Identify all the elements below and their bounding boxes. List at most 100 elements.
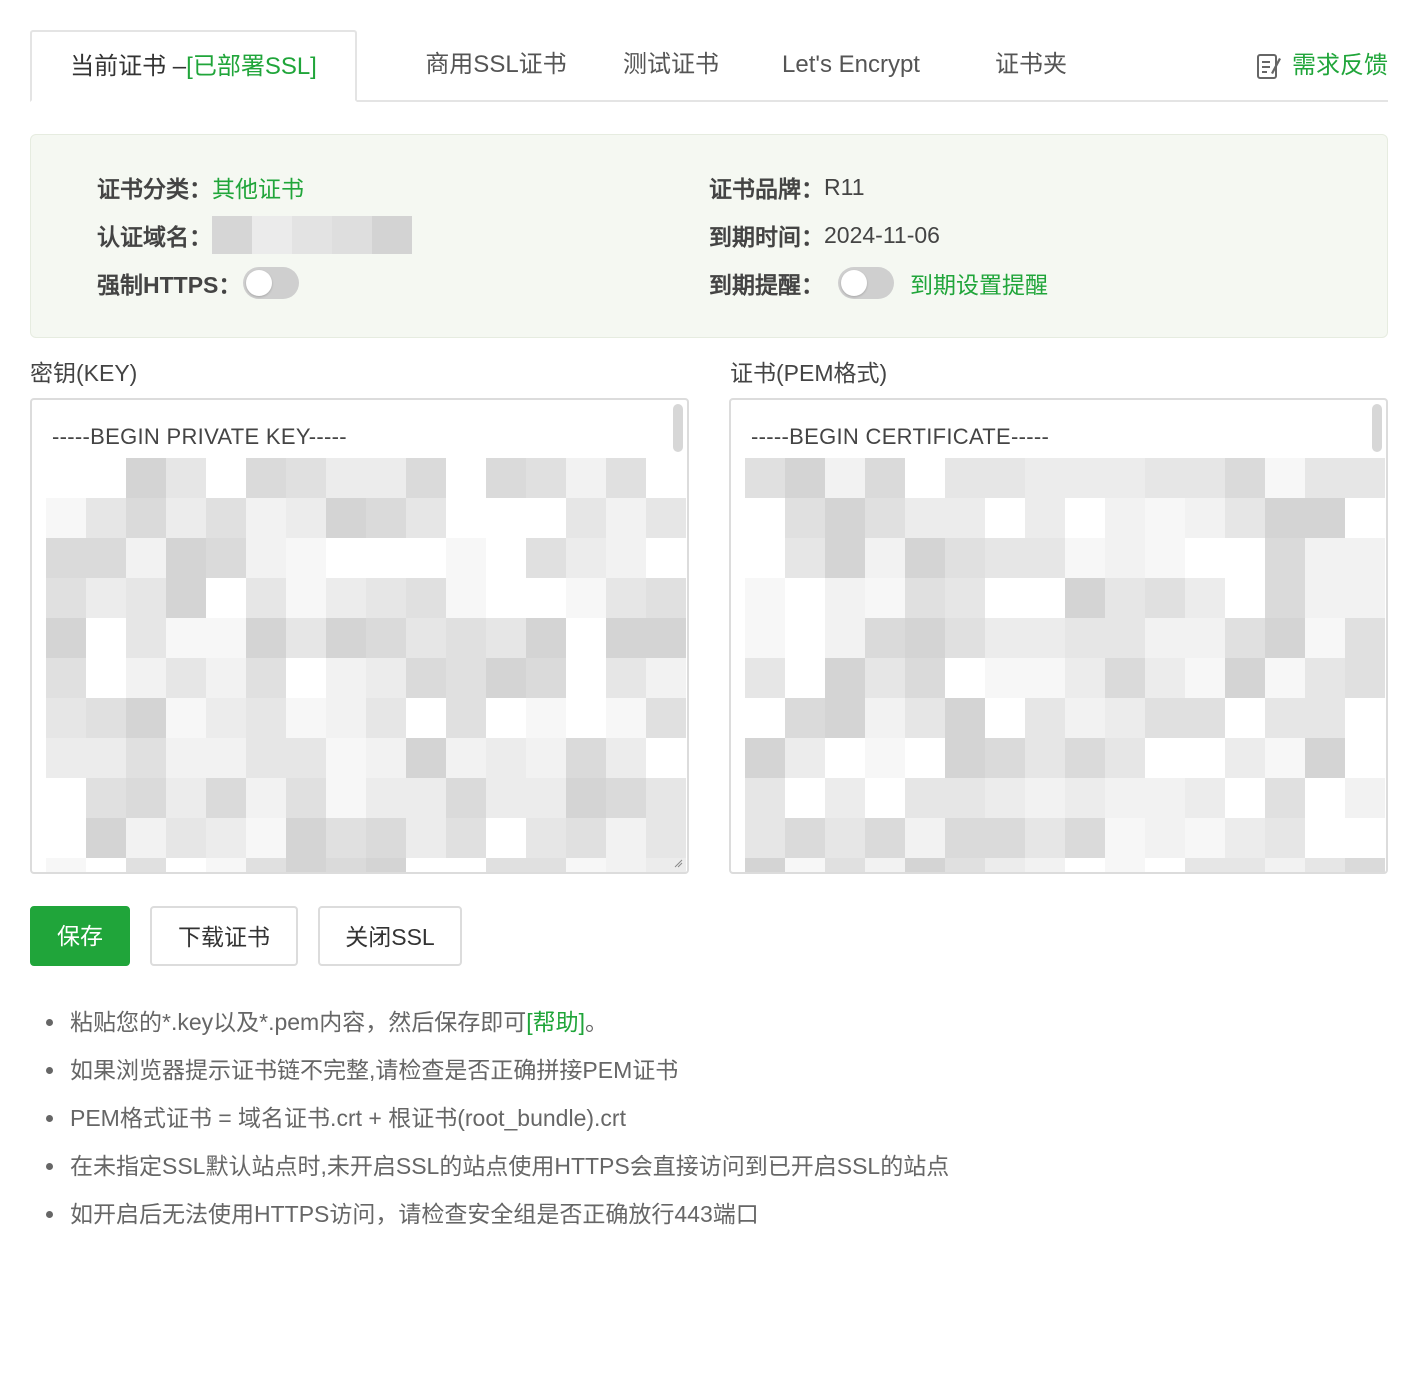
expiry-reminder-toggle[interactable] bbox=[838, 267, 894, 299]
redaction-block bbox=[46, 498, 86, 538]
redaction-block bbox=[246, 618, 286, 658]
tab-current-certificate[interactable]: 当前证书 –[已部署SSL] bbox=[30, 30, 357, 102]
tab-test-certificate[interactable]: 测试证书 bbox=[596, 30, 746, 102]
redaction-block bbox=[865, 778, 905, 818]
redaction-block bbox=[166, 658, 206, 698]
redaction-block bbox=[366, 818, 406, 858]
save-button[interactable]: 保存 bbox=[30, 906, 130, 966]
redaction-block bbox=[1065, 578, 1105, 618]
redaction-block bbox=[406, 658, 446, 698]
redaction-block bbox=[286, 698, 326, 738]
list-item: PEM格式证书 = 域名证书.crt + 根证书(root_bundle).cr… bbox=[46, 1094, 949, 1142]
feedback-link[interactable]: 需求反馈 bbox=[1256, 30, 1388, 102]
redaction-block bbox=[865, 458, 905, 498]
redaction-block bbox=[446, 778, 486, 818]
redaction-block bbox=[1025, 618, 1065, 658]
redaction-block bbox=[825, 738, 865, 778]
redaction-block bbox=[825, 458, 865, 498]
download-certificate-button[interactable]: 下载证书 bbox=[150, 906, 298, 966]
redaction-block bbox=[606, 698, 646, 738]
redaction-block bbox=[446, 858, 486, 872]
redaction-block bbox=[486, 498, 526, 538]
redaction-block bbox=[785, 818, 825, 858]
expiry-reminder-label: 到期提醒： bbox=[709, 272, 824, 298]
redaction-block bbox=[46, 458, 86, 498]
tab-lets-encrypt[interactable]: Let's Encrypt bbox=[766, 30, 936, 102]
expiry-row: 到期时间： 2024-11-06 bbox=[709, 215, 940, 255]
redaction-block bbox=[86, 698, 126, 738]
redaction-block bbox=[46, 778, 86, 818]
redaction-block bbox=[1185, 658, 1225, 698]
redaction-block bbox=[486, 858, 526, 872]
redaction-block bbox=[166, 858, 206, 872]
redaction-block bbox=[825, 538, 865, 578]
redaction-block bbox=[1065, 738, 1105, 778]
redaction-block bbox=[206, 618, 246, 658]
key-scrollbar[interactable] bbox=[673, 404, 683, 452]
list-item: 在未指定SSL默认站点时,未开启SSL的站点使用HTTPS会直接访问到已开启SS… bbox=[46, 1142, 949, 1190]
tab-commercial-ssl[interactable]: 商用SSL证书 bbox=[396, 30, 596, 102]
redaction-block bbox=[1105, 818, 1145, 858]
redaction-block bbox=[985, 738, 1025, 778]
pem-scrollbar[interactable] bbox=[1372, 404, 1382, 452]
redaction-block bbox=[526, 658, 566, 698]
brand-label: 证书品牌： bbox=[709, 176, 824, 202]
resize-grip-icon[interactable] bbox=[673, 858, 683, 868]
redaction-block bbox=[745, 698, 785, 738]
redaction-block bbox=[745, 498, 785, 538]
redaction-block bbox=[166, 818, 206, 858]
tab-certificate-folder[interactable]: 证书夹 bbox=[976, 30, 1086, 102]
redaction-block bbox=[646, 818, 686, 858]
redaction-block bbox=[646, 658, 686, 698]
redaction-block bbox=[46, 698, 86, 738]
redaction-block bbox=[985, 618, 1025, 658]
pem-textarea[interactable]: -----BEGIN CERTIFICATE----- bbox=[729, 398, 1388, 874]
redaction-block bbox=[406, 698, 446, 738]
redaction-block bbox=[1185, 538, 1225, 578]
redaction-block bbox=[566, 698, 606, 738]
redaction-block bbox=[1225, 498, 1265, 538]
redaction-block bbox=[1025, 578, 1065, 618]
expiry-reminder-link[interactable]: 到期设置提醒 bbox=[910, 266, 1048, 300]
redaction-block bbox=[366, 498, 406, 538]
redaction-block bbox=[1105, 578, 1145, 618]
redaction-block bbox=[286, 738, 326, 778]
redaction-block bbox=[246, 498, 286, 538]
redaction-block bbox=[606, 658, 646, 698]
redaction-block bbox=[1065, 538, 1105, 578]
redaction-block bbox=[86, 618, 126, 658]
redaction-block bbox=[905, 858, 945, 872]
redaction-block bbox=[326, 858, 366, 872]
redaction-block bbox=[1225, 618, 1265, 658]
redaction-block bbox=[865, 538, 905, 578]
redaction-block bbox=[526, 458, 566, 498]
redaction-block bbox=[825, 858, 865, 872]
redaction-block bbox=[366, 698, 406, 738]
redaction-block bbox=[126, 658, 166, 698]
redaction-block bbox=[206, 858, 246, 872]
redaction-block bbox=[606, 818, 646, 858]
key-textarea[interactable]: -----BEGIN PRIVATE KEY----- bbox=[30, 398, 689, 874]
redaction-block bbox=[1185, 738, 1225, 778]
redaction-block bbox=[286, 858, 326, 872]
redaction-block bbox=[366, 738, 406, 778]
redaction-block bbox=[366, 618, 406, 658]
redaction-block bbox=[486, 818, 526, 858]
help-link[interactable]: [帮助] bbox=[526, 1009, 585, 1035]
close-ssl-button[interactable]: 关闭SSL bbox=[318, 906, 462, 966]
redaction-block bbox=[945, 538, 985, 578]
redaction-block bbox=[905, 698, 945, 738]
edit-note-icon bbox=[1257, 54, 1281, 79]
force-https-toggle[interactable] bbox=[243, 267, 300, 299]
redaction-block bbox=[326, 778, 366, 818]
redaction-block bbox=[1225, 658, 1265, 698]
redaction-block bbox=[1305, 658, 1345, 698]
redaction-block bbox=[166, 778, 206, 818]
redaction-block bbox=[1265, 658, 1305, 698]
redaction-block bbox=[1345, 778, 1385, 818]
redaction-block bbox=[206, 698, 246, 738]
redaction-block bbox=[1345, 578, 1385, 618]
list-item: 如果浏览器提示证书链不完整,请检查是否正确拼接PEM证书 bbox=[46, 1046, 949, 1094]
redaction-block bbox=[526, 618, 566, 658]
redaction-block bbox=[1345, 858, 1385, 872]
